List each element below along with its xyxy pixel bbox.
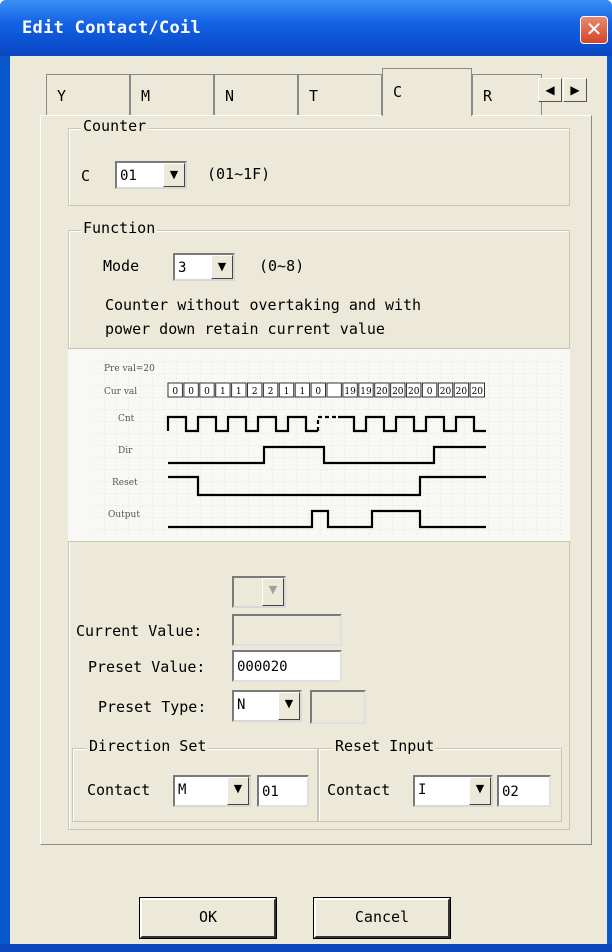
tab-label: N [225,87,235,105]
mode-value: 3 [178,260,187,276]
cur-val-text: 20 [392,387,404,397]
chevron-down-icon[interactable]: ▼ [211,255,233,279]
preset-type-extra-field[interactable] [310,690,366,724]
cancel-label: Cancel [354,908,410,926]
mode-range: (0~8) [259,257,305,275]
cur-val-text: 19 [344,387,356,397]
counter-range: (01~1F) [207,165,271,183]
direction-contact-label: Contact [87,781,151,799]
current-value-field[interactable] [232,614,342,646]
tab-label: C [393,83,403,101]
direction-contact-number-field[interactable]: 01 [257,775,309,807]
title-bar[interactable]: Edit Contact/Coil ✕ [0,0,612,56]
cur-val-text: 0 [315,387,321,397]
cur-val-text: 0 [427,387,433,397]
reset-input-group: Reset Input Contact I ▼ 02 [318,737,562,822]
tab-t[interactable]: T [298,74,382,116]
direction-contact-type: M [178,782,187,798]
reset-contact-label: Contact [327,781,391,799]
direction-contact-type-select[interactable]: M ▼ [173,775,251,807]
preset-type-label: Preset Type: [98,698,207,716]
direction-set-legend: Direction Set [87,737,209,755]
cur-val-text: 19 [360,387,372,397]
reset-contact-type: I [418,782,427,798]
current-value-label: Current Value: [76,622,203,640]
tab-m[interactable]: M [130,74,214,116]
mode-description-line1: Counter without overtaking and with [105,296,422,314]
cancel-button[interactable]: Cancel [313,897,451,939]
chevron-down-icon[interactable]: ▼ [163,163,185,187]
row-label-dir: Dir [118,446,133,456]
tab-label: R [483,87,493,105]
reset-input-legend: Reset Input [333,737,437,755]
cur-val-text: 20 [456,387,468,397]
counter-value: 01 [120,168,137,184]
cur-val-text: 2 [268,387,274,397]
tab-y[interactable]: Y [46,74,130,116]
direction-set-group: Direction Set Contact M ▼ 01 [72,737,318,822]
chevron-down-icon[interactable]: ▼ [262,578,284,606]
reset-contact-number: 02 [502,784,519,800]
ok-label: OK [198,908,218,926]
reset-contact-number-field[interactable]: 02 [497,775,551,807]
preset-type-value: N [237,697,246,713]
dialog-window: Edit Contact/Coil ✕ Y M N T C R ◀ ▶ Coun… [0,0,612,952]
chevron-down-icon[interactable]: ▼ [278,692,300,720]
counter-group: Counter C 01 ▼ (01~1F) [68,117,570,206]
mode-select[interactable]: 3 ▼ [173,253,235,281]
aux-select[interactable]: ▼ [232,576,286,608]
window-title: Edit Contact/Coil [22,18,202,38]
row-label-output: Output [108,510,140,520]
ok-button[interactable]: OK [139,897,277,939]
reset-contact-type-select[interactable]: I ▼ [413,775,493,807]
preset-value-label: Preset Value: [88,658,206,676]
counter-select[interactable]: 01 ▼ [115,161,187,189]
counter-label: C [81,167,91,185]
cur-val-text: 0 [204,387,210,397]
timing-diagram-svg: Pre val=20 Cur val Cnt Dir Reset Output … [94,357,564,535]
preset-value: 000020 [237,659,288,675]
cur-val-text: 1 [236,387,242,397]
row-label-cnt: Cnt [118,414,135,424]
counter-legend: Counter [81,117,149,135]
tab-scroll-right-button[interactable]: ▶ [563,78,587,102]
cur-val-text: 0 [188,387,194,397]
close-icon: ✕ [585,17,603,41]
timing-diagram: Pre val=20 Cur val Cnt Dir Reset Output … [68,348,570,542]
mode-description-line2: power down retain current value [105,320,385,338]
direction-contact-number: 01 [262,784,279,800]
close-button[interactable]: ✕ [580,16,608,44]
tab-scroll-left-button[interactable]: ◀ [538,78,562,102]
cur-val-text: 1 [284,387,290,397]
row-label-reset: Reset [112,478,138,488]
tab-c[interactable]: C [382,68,472,116]
row-label-cur-val: Cur val [104,387,137,397]
tab-label: T [309,87,319,105]
tab-scroll: ◀ ▶ [538,78,590,102]
cur-val-text: 1 [220,387,226,397]
preset-label: Pre val=20 [104,364,155,374]
cur-val-cell [326,382,342,398]
cur-val-text: 2 [252,387,258,397]
chevron-down-icon[interactable]: ▼ [469,777,491,805]
dialog-client: Y M N T C R ◀ ▶ Counter C 01 ▼ (01~1F) F… [10,56,607,952]
arrow-right-icon: ▶ [570,83,580,97]
cur-val-text: 20 [408,387,420,397]
cur-val-text: 20 [440,387,452,397]
arrow-left-icon: ◀ [545,83,555,97]
tab-label: Y [57,87,67,105]
preset-value-field[interactable]: 000020 [232,650,342,682]
chevron-down-icon[interactable]: ▼ [227,777,249,805]
cur-val-text: 1 [300,387,306,397]
cur-val-text: 0 [172,387,178,397]
tab-n[interactable]: N [214,74,298,116]
cur-val-text: 20 [376,387,388,397]
tab-r[interactable]: R [472,74,542,116]
cur-val-text: 20 [472,387,484,397]
preset-type-select[interactable]: N ▼ [232,690,302,722]
function-legend: Function [81,219,158,237]
mode-label: Mode [103,257,140,275]
tab-label: M [141,87,151,105]
window-bottom-border [0,944,612,952]
